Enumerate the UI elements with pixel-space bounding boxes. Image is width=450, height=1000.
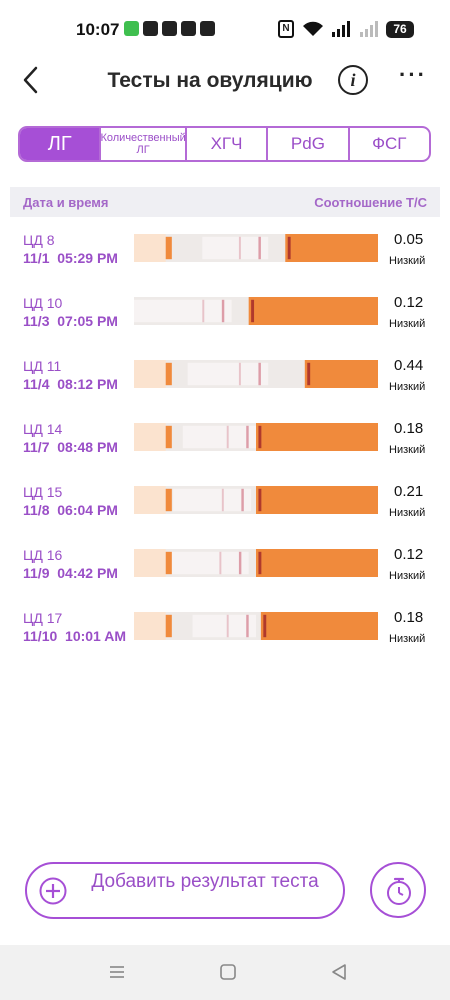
test-strip-image (134, 549, 378, 577)
cycle-day: ЦД 17 (23, 610, 63, 626)
status-time: 10:07 (76, 20, 120, 39)
cycle-day: ЦД 10 (23, 295, 63, 311)
more-icon: ··· (399, 62, 427, 87)
cycle-day: ЦД 8 (23, 232, 55, 248)
test-strip-image (134, 234, 378, 262)
signal-icon-2 (360, 21, 378, 37)
info-icon: i (350, 70, 356, 90)
list-item[interactable]: ЦД 8 11/1 05:29 PM 0.05 Низкий (0, 226, 450, 289)
timer-icon (387, 877, 411, 905)
tab-hcg[interactable]: ХГЧ (184, 128, 266, 160)
list-item[interactable]: ЦД 11 11/4 08:12 PM 0.44 Низкий (0, 352, 450, 415)
status-bar: 10:07 N 76 (0, 0, 450, 60)
add-result-label: Добавить результат теста (91, 871, 319, 892)
tab-lh[interactable]: ЛГ (20, 128, 100, 160)
test-datetime: 11/10 10:01 AM (23, 628, 126, 644)
tab-label: Количественный ЛГ (100, 132, 185, 156)
back-triangle-icon (332, 964, 346, 980)
test-strip-image (134, 297, 378, 325)
result-level: Низкий (389, 633, 426, 645)
app-notification-icon (143, 21, 158, 36)
tab-label: ХГЧ (210, 134, 243, 153)
test-strip-image (134, 360, 378, 388)
tab-label: ФСГ (372, 134, 407, 153)
app-notification-icon (181, 21, 196, 36)
app-header: Тесты на овуляцию i ··· (0, 55, 450, 107)
tab-quantitative-lh[interactable]: Количественный ЛГ (99, 128, 185, 160)
test-strip-image (134, 486, 378, 514)
recent-apps-button[interactable] (108, 963, 130, 983)
tc-ratio: 0.21 (394, 483, 424, 500)
menu-icon (110, 966, 124, 978)
table-header: Дата и время Соотношение Т/С (10, 187, 440, 217)
test-datetime: 11/4 08:12 PM (23, 376, 118, 392)
test-strip-image (134, 423, 378, 451)
tab-pdg[interactable]: PdG (266, 128, 347, 160)
home-icon (220, 964, 236, 980)
page-title: Тесты на овуляцию (107, 69, 313, 92)
list-item[interactable]: ЦД 14 11/7 08:48 PM 0.18 Низкий (0, 415, 450, 478)
tc-ratio: 0.12 (394, 294, 424, 311)
signal-icon (332, 21, 350, 37)
cycle-day: ЦД 16 (23, 547, 63, 563)
result-level: Низкий (389, 507, 426, 519)
test-datetime: 11/8 06:04 PM (23, 502, 118, 518)
list-item[interactable]: ЦД 10 11/3 07:05 PM 0.12 Низкий (0, 289, 450, 352)
more-options-button[interactable]: ··· (398, 64, 428, 89)
test-datetime: 11/3 07:05 PM (23, 313, 118, 329)
info-button[interactable]: i (338, 65, 368, 95)
test-datetime: 11/9 04:42 PM (23, 565, 118, 581)
battery-indicator: 76 (386, 20, 414, 38)
result-level: Низкий (389, 444, 426, 456)
result-level: Низкий (389, 255, 426, 267)
tc-ratio: 0.05 (394, 231, 424, 248)
app-notification-icon (200, 21, 215, 36)
test-datetime: 11/1 05:29 PM (23, 250, 118, 266)
result-level: Низкий (389, 381, 426, 393)
nfc-icon: N (278, 20, 294, 38)
plus-icon (39, 877, 67, 905)
test-results-list: ЦД 8 11/1 05:29 PM 0.05 Низкий ЦД 10 11/… (0, 226, 450, 667)
wifi-icon (303, 21, 323, 36)
test-type-tabs: ЛГ Количественный ЛГ ХГЧ PdG ФСГ (18, 126, 431, 162)
cycle-day: ЦД 15 (23, 484, 63, 500)
result-level: Низкий (389, 570, 426, 582)
column-date-header: Дата и время (23, 194, 109, 210)
test-strip-image (134, 612, 378, 640)
result-level: Низкий (389, 318, 426, 330)
cycle-day: ЦД 11 (23, 358, 62, 374)
test-datetime: 11/7 08:48 PM (23, 439, 118, 455)
mail-icon (162, 21, 177, 36)
tab-label: PdG (290, 134, 325, 153)
system-nav-bar (0, 945, 450, 1000)
list-item[interactable]: ЦД 16 11/9 04:42 PM 0.12 Низкий (0, 541, 450, 604)
tc-ratio: 0.12 (394, 546, 424, 563)
tab-fsh[interactable]: ФСГ (347, 128, 429, 160)
notification-icons (124, 21, 215, 36)
tc-ratio: 0.18 (394, 609, 424, 626)
column-ratio-header: Соотношение Т/С (314, 194, 427, 210)
tab-label: ЛГ (47, 132, 72, 155)
cycle-day: ЦД 14 (23, 421, 63, 437)
home-button[interactable] (219, 963, 241, 983)
app-notification-icon (124, 21, 139, 36)
status-indicators: N 76 (278, 20, 414, 38)
list-item[interactable]: ЦД 15 11/8 06:04 PM 0.21 Низкий (0, 478, 450, 541)
list-item[interactable]: ЦД 17 11/10 10:01 AM 0.18 Низкий (0, 604, 450, 667)
tc-ratio: 0.18 (394, 420, 424, 437)
system-back-button[interactable] (330, 963, 352, 983)
timer-button[interactable] (370, 862, 426, 918)
add-result-button[interactable]: Добавить результат теста (25, 862, 345, 919)
tc-ratio: 0.44 (394, 357, 424, 374)
